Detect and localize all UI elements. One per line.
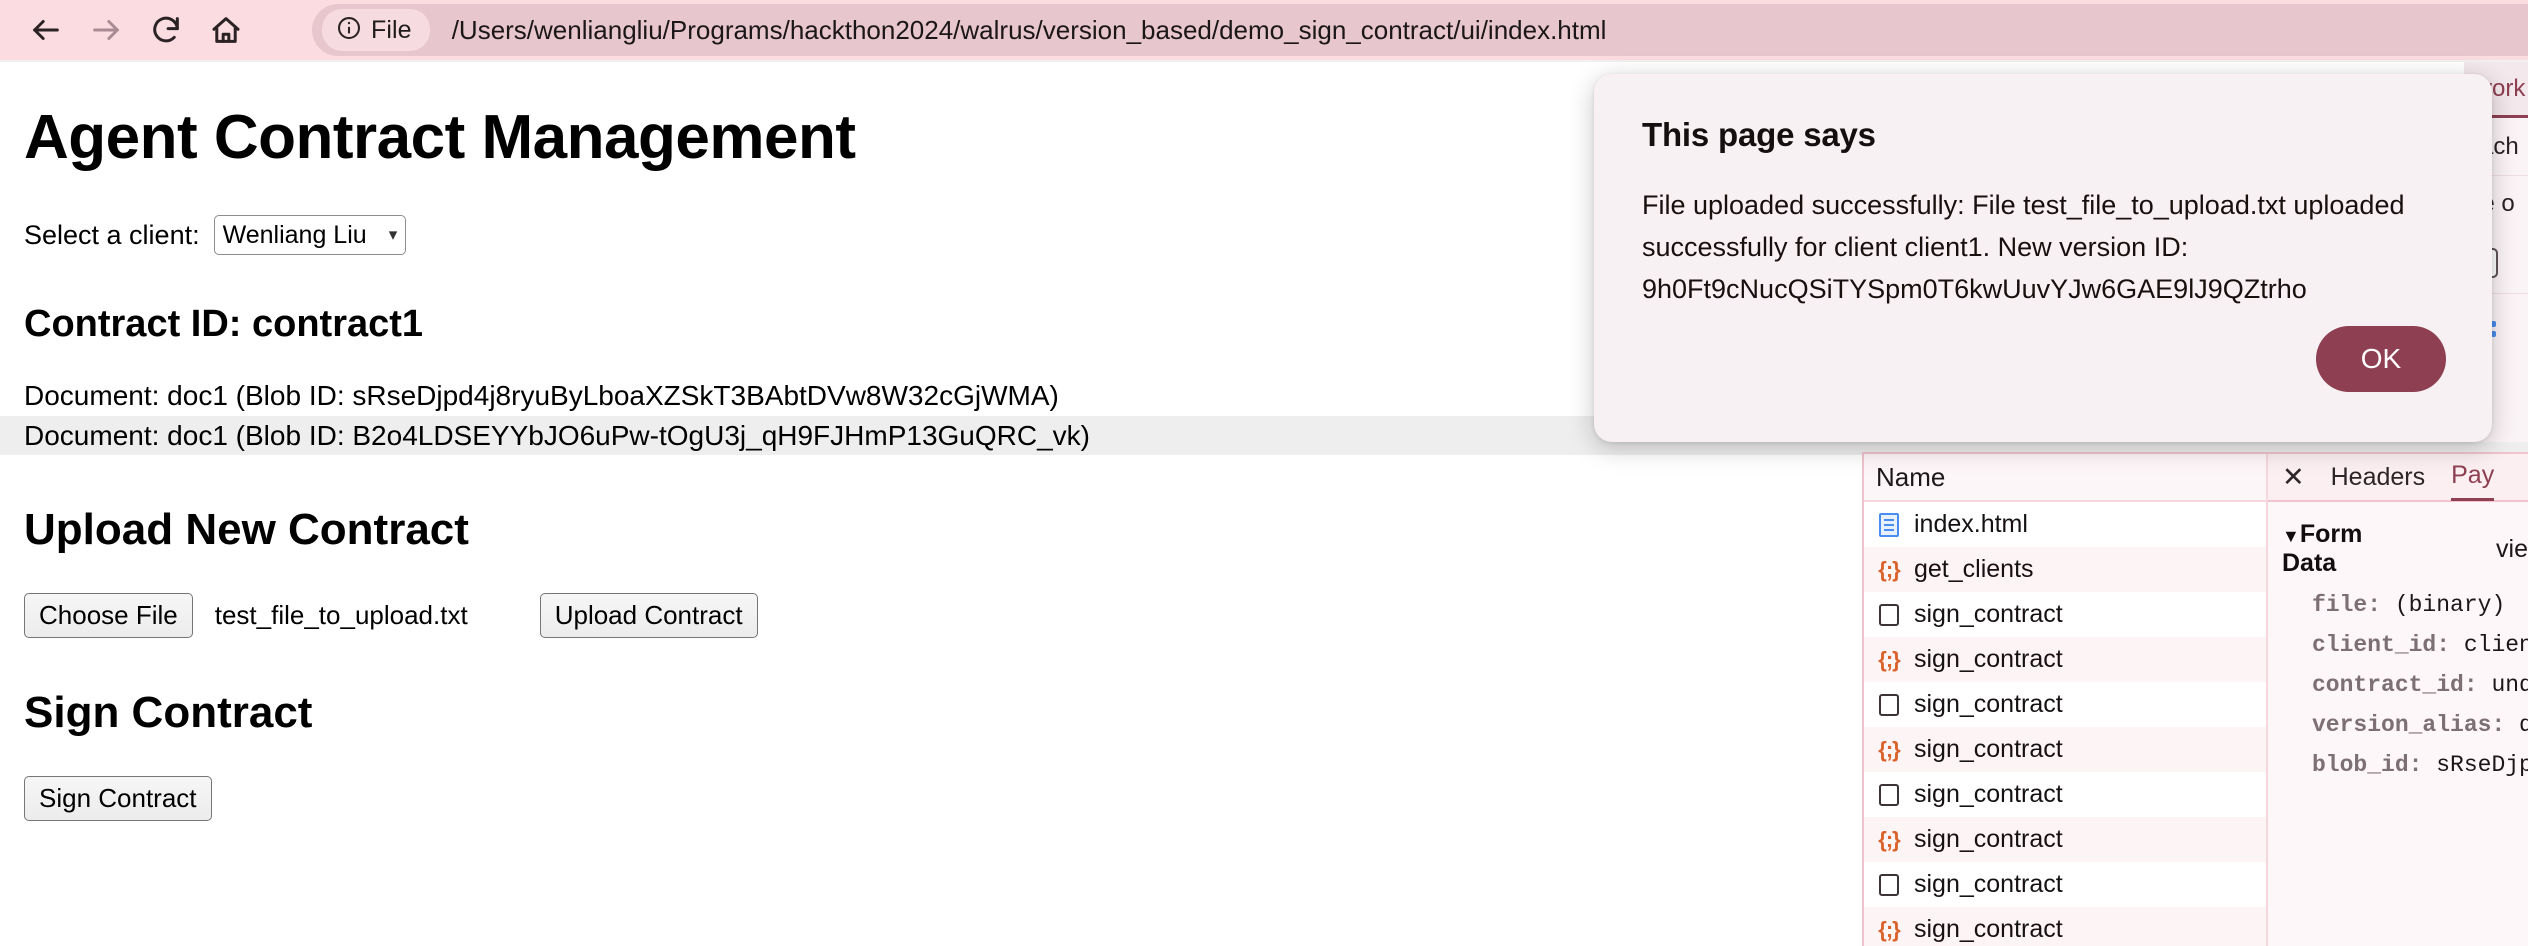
network-request-list[interactable]: Name index.html {;} get_clients sign_con… xyxy=(1864,454,2268,946)
network-row[interactable]: {;} sign_contract xyxy=(1864,637,2266,682)
json-icon: {;} xyxy=(1878,646,1900,672)
form-data-value: unde xyxy=(2491,672,2528,698)
network-row[interactable]: {;} get_clients xyxy=(1864,547,2266,592)
network-row[interactable]: {;} sign_contract xyxy=(1864,817,2266,862)
form-data-entry: contract_id: unde xyxy=(2312,672,2528,698)
sign-contract-button[interactable]: Sign Contract xyxy=(24,776,212,822)
reload-button[interactable] xyxy=(136,0,196,60)
forward-button[interactable] xyxy=(76,0,136,60)
chevron-down-icon: ▾ xyxy=(388,225,398,244)
network-row[interactable]: {;} sign_contract xyxy=(1864,727,2266,772)
client-select-value: Wenliang Liu xyxy=(222,220,367,249)
network-row[interactable]: sign_contract xyxy=(1864,862,2266,907)
payload-body: ▼Form Data vie file: (binary) client_id:… xyxy=(2268,502,2528,946)
triangle-down-icon[interactable]: ▼ xyxy=(2282,526,2300,546)
form-data-header[interactable]: ▼Form Data vie xyxy=(2282,520,2528,578)
form-data-key: version_alias: xyxy=(2312,712,2506,738)
json-icon: {;} xyxy=(1878,556,1900,582)
arrow-left-icon xyxy=(29,13,63,47)
form-data-value: sRseDjpd xyxy=(2436,752,2528,778)
dialog-ok-button[interactable]: OK xyxy=(2316,326,2446,392)
browser-window: File /Users/wenliangliu/Programs/hacktho… xyxy=(0,0,2528,946)
json-icon: {;} xyxy=(1878,916,1900,942)
network-column-header-name: Name xyxy=(1864,454,2266,502)
network-row-name: get_clients xyxy=(1914,555,2034,583)
reload-icon xyxy=(149,13,183,47)
arrow-right-icon xyxy=(89,13,123,47)
network-row[interactable]: index.html xyxy=(1864,502,2266,547)
dialog-message: File uploaded successfully: File test_fi… xyxy=(1642,190,2405,305)
client-select-label: Select a client: xyxy=(24,219,200,250)
home-icon xyxy=(209,13,243,47)
form-data-value: doc xyxy=(2519,712,2528,738)
network-row-name: sign_contract xyxy=(1914,735,2063,763)
client-select[interactable]: Wenliang Liu ▾ xyxy=(213,215,407,255)
dialog-title: This page says xyxy=(1642,116,1876,153)
network-row[interactable]: {;} sign_contract xyxy=(1864,907,2266,946)
network-row-name: sign_contract xyxy=(1914,690,2063,718)
generic-file-icon xyxy=(1876,602,1902,628)
network-row-name: sign_contract xyxy=(1914,780,2063,808)
home-button[interactable] xyxy=(196,0,256,60)
upload-contract-button[interactable]: Upload Contract xyxy=(539,593,758,639)
form-data-key: blob_id: xyxy=(2312,752,2423,778)
network-row-name: sign_contract xyxy=(1914,825,2063,853)
address-bar[interactable]: File /Users/wenliangliu/Programs/hacktho… xyxy=(312,4,2528,56)
form-data-entry: file: (binary) xyxy=(2312,592,2528,618)
generic-file-icon xyxy=(1876,782,1902,808)
back-button[interactable] xyxy=(16,0,76,60)
form-data-entry: version_alias: doc xyxy=(2312,712,2528,738)
browser-toolbar: File /Users/wenliangliu/Programs/hacktho… xyxy=(0,0,2528,60)
network-row-name: sign_contract xyxy=(1914,870,2063,898)
devtools-network-panel: Name index.html {;} get_clients sign_con… xyxy=(1862,452,2528,946)
json-icon: {;} xyxy=(1878,826,1900,852)
form-data-key: file: xyxy=(2312,592,2382,618)
url-text[interactable]: /Users/wenliangliu/Programs/hackthon2024… xyxy=(452,15,1607,46)
form-data-key: contract_id: xyxy=(2312,672,2478,698)
network-row-name: sign_contract xyxy=(1914,645,2063,673)
form-data-entry: blob_id: sRseDjpd xyxy=(2312,752,2528,778)
view-source-link[interactable]: vie xyxy=(2496,535,2528,564)
network-row-name: sign_contract xyxy=(1914,600,2063,628)
close-icon[interactable]: ✕ xyxy=(2282,462,2305,493)
payload-pane: ✕ Headers Pay ▼Form Data vie file: (bina… xyxy=(2268,454,2528,946)
generic-file-icon xyxy=(1876,692,1902,718)
payload-tab-strip: ✕ Headers Pay xyxy=(2268,454,2528,502)
form-data-key: client_id: xyxy=(2312,632,2451,658)
form-data-entry: client_id: client1 xyxy=(2312,632,2528,658)
choose-file-button[interactable]: Choose File xyxy=(24,593,193,639)
network-row[interactable]: sign_contract xyxy=(1864,592,2266,637)
network-row[interactable]: sign_contract xyxy=(1864,682,2266,727)
generic-file-icon xyxy=(1876,872,1902,898)
json-icon: {;} xyxy=(1878,736,1900,762)
site-info-pill[interactable]: File xyxy=(322,9,430,51)
scheme-label: File xyxy=(371,15,412,44)
tab-headers[interactable]: Headers xyxy=(2331,454,2426,501)
javascript-alert-dialog: This page says File uploaded successfull… xyxy=(1594,74,2492,442)
form-data-value: (binary) xyxy=(2394,592,2506,618)
network-row[interactable]: sign_contract xyxy=(1864,772,2266,817)
info-circle-icon xyxy=(336,15,362,46)
network-row-name: sign_contract xyxy=(1914,915,2063,943)
chosen-file-name: test_file_to_upload.txt xyxy=(214,600,468,631)
tab-payload[interactable]: Pay xyxy=(2451,454,2495,501)
html-document-icon xyxy=(1876,512,1902,538)
form-data-value: client1 xyxy=(2463,632,2528,658)
network-row-name: index.html xyxy=(1914,510,2028,538)
